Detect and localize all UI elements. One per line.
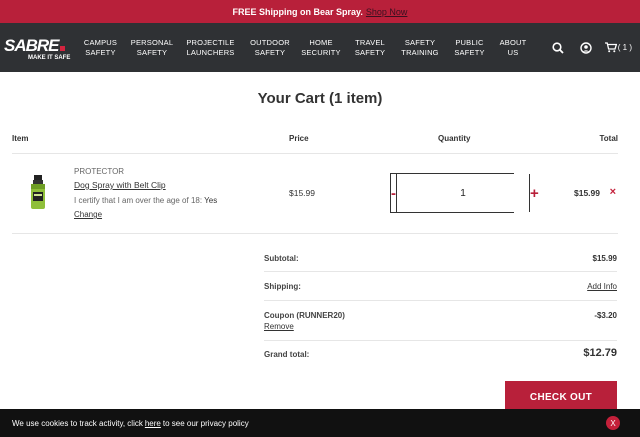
quantity-input[interactable] (397, 174, 529, 212)
product-image[interactable] (28, 175, 48, 211)
sabre-logo[interactable]: SABRE MAKE IT SAFE (4, 23, 74, 72)
cart-link[interactable]: ( 1 ) (604, 39, 632, 57)
cart-count: ( 1 ) (617, 43, 632, 52)
promo-text: FREE Shipping on Bear Spray. (232, 6, 363, 17)
quantity-stepper: - + (390, 173, 539, 213)
age-certification-value: Yes (204, 196, 218, 205)
logo-wordmark: SABRE (4, 36, 60, 55)
cookie-text-end: to see our privacy policy (162, 418, 249, 428)
header-price: Price (289, 134, 309, 143)
product-brand: PROTECTOR (74, 167, 125, 176)
nav-item-projectile-launchers[interactable]: PROJECTILE LAUNCHERS (179, 23, 242, 72)
promo-bar: FREE Shipping on Bear Spray. Shop Now (0, 0, 640, 23)
divider (264, 271, 617, 272)
age-certification: I certify that I am over the age of 18: … (74, 196, 218, 205)
coupon-discount: -$3.20 (594, 311, 617, 320)
divider (12, 233, 618, 234)
logo-tagline: MAKE IT SAFE (28, 55, 71, 61)
coupon-label: Coupon (RUNNER20) (264, 311, 345, 320)
change-option-link[interactable]: Change (74, 210, 102, 219)
line-total: $15.99 (574, 188, 600, 198)
header-total: Total (599, 134, 618, 143)
shipping-label: Shipping: (264, 282, 301, 291)
divider (264, 300, 617, 301)
subtotal-value: $15.99 (592, 254, 617, 263)
remove-item-icon[interactable]: × (610, 186, 616, 198)
nav-item-travel-safety[interactable]: TRAVEL SAFETY (344, 23, 396, 72)
nav-item-outdoor-safety[interactable]: OUTDOOR SAFETY (242, 23, 298, 72)
divider (12, 153, 618, 154)
account-icon[interactable] (577, 39, 595, 57)
cookie-text: We use cookies to track activity, click (12, 418, 143, 428)
increase-quantity-button[interactable]: + (529, 174, 539, 212)
nav-item-about-us[interactable]: ABOUT US (495, 23, 531, 72)
nav-icons: ( 1 ) (549, 23, 632, 72)
nav-item-personal-safety[interactable]: PERSONAL SAFETY (125, 23, 179, 72)
divider (264, 340, 617, 341)
nav-menu: CAMPUS SAFETY PERSONAL SAFETY PROJECTILE LA… (76, 23, 531, 72)
subtotal-label: Subtotal: (264, 254, 299, 263)
page-title: Your Cart (1 item) (257, 90, 383, 107)
shop-now-link[interactable]: Shop Now (366, 7, 408, 17)
cookie-banner: We use cookies to track activity, click … (0, 409, 640, 437)
nav-item-safety-training[interactable]: SAFETY TRAINING (396, 23, 444, 72)
privacy-policy-link[interactable]: here (145, 419, 161, 428)
product-price: $15.99 (289, 188, 315, 198)
cart-icon (604, 39, 617, 57)
add-shipping-info-link[interactable]: Add Info (587, 282, 617, 291)
header-item: Item (12, 134, 29, 143)
header-quantity: Quantity (438, 134, 471, 143)
logo-dot (60, 46, 65, 51)
close-cookie-button[interactable]: X (606, 416, 620, 430)
product-name-link[interactable]: Dog Spray with Belt Clip (74, 180, 166, 190)
remove-coupon-link[interactable]: Remove (264, 322, 294, 331)
search-icon[interactable] (549, 39, 567, 57)
nav-item-campus-safety[interactable]: CAMPUS SAFETY (76, 23, 125, 72)
nav-item-home-security[interactable]: HOME SECURITY (298, 23, 344, 72)
nav-item-public-safety[interactable]: PUBLIC SAFETY (444, 23, 495, 72)
grand-total-label: Grand total: (264, 350, 310, 359)
main-nav: SABRE MAKE IT SAFE CAMPUS SAFETY PERSONAL… (0, 23, 640, 72)
grand-total-value: $12.79 (583, 347, 617, 359)
